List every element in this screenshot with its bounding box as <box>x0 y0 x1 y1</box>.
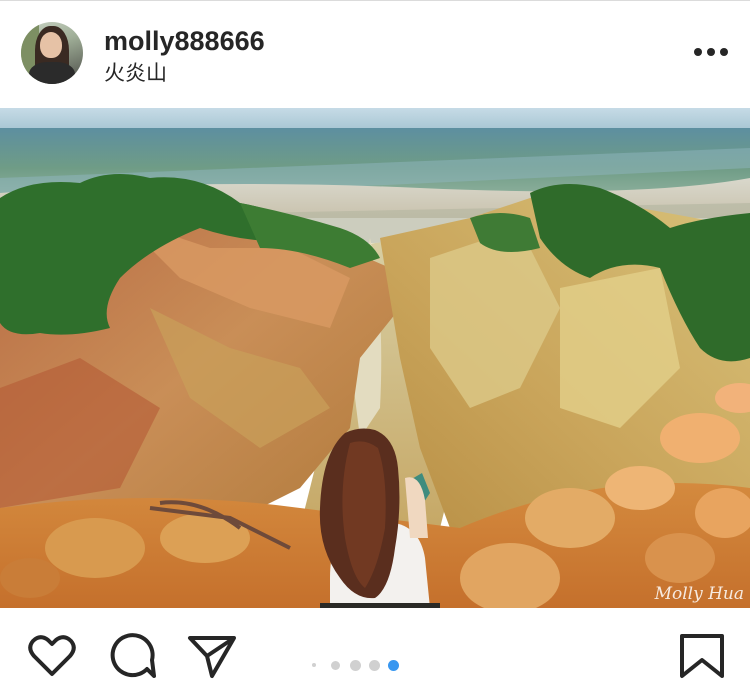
post-header: molly888666 火炎山 <box>0 0 750 108</box>
carousel-dot-active[interactable] <box>388 660 399 671</box>
post-action-bar <box>0 608 750 689</box>
avatar[interactable] <box>21 22 83 84</box>
carousel-dot[interactable] <box>350 660 361 671</box>
heart-icon[interactable] <box>26 632 78 680</box>
username-link[interactable]: molly888666 <box>104 26 265 56</box>
carousel-dot[interactable] <box>312 663 316 667</box>
bookmark-icon[interactable] <box>676 632 728 680</box>
carousel-indicator <box>310 658 410 672</box>
post-photo[interactable]: Molly Hua <box>0 108 750 608</box>
location-link[interactable]: 火炎山 <box>104 62 167 86</box>
more-options-icon[interactable] <box>694 44 728 62</box>
photo-watermark: Molly Hua <box>654 584 744 604</box>
comment-icon[interactable] <box>107 632 159 680</box>
carousel-dot[interactable] <box>331 661 340 670</box>
send-icon[interactable] <box>186 632 238 680</box>
canyon-landscape-image <box>0 108 750 608</box>
carousel-dot[interactable] <box>369 660 380 671</box>
